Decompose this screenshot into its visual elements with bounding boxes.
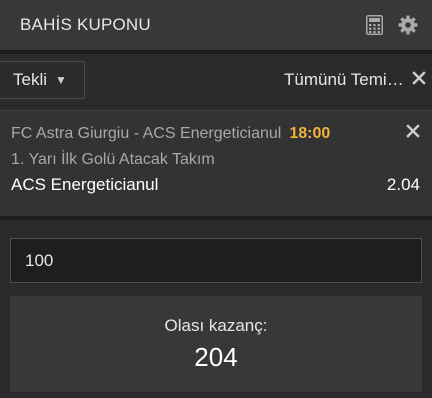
stake-section [0,220,432,283]
clear-all-button[interactable]: Tümünü Temizle [284,70,404,90]
close-icon[interactable] [412,70,426,90]
bet-slip-header: BAHİS KUPONU [0,0,432,54]
clear-all-control: Tümünü Temizle [284,70,426,90]
header-actions [364,14,418,36]
bet-type-dropdown[interactable]: Tekli ▼ [0,60,85,99]
bet-type-label: Tekli [13,69,48,89]
bet-slip-panel: BAHİS KUPONU Tekli ▼ Tümünü Temizle FC A… [0,0,432,398]
bet-slip-title: BAHİS KUPONU [20,15,151,34]
market-name: 1. Yarı İlk Golü Atacak Takım [11,151,215,168]
selection-pick-row: ACS Energeticianul 2.04 [11,175,420,195]
bet-selection: FC Astra Giurgiu - ACS Energeticianul 18:… [0,110,432,220]
remove-selection-icon[interactable] [406,124,420,143]
odds-value: 2.04 [386,175,420,194]
potential-win-box: Olası kazanç: 204 [10,296,422,392]
match-time: 18:00 [289,124,331,142]
calculator-icon[interactable] [364,14,384,36]
bet-slip-toolbar: Tekli ▼ Tümünü Temizle [0,54,432,106]
match-name: FC Astra Giurgiu - ACS Energeticianul [11,124,282,142]
gear-icon[interactable] [398,14,418,36]
selection-header: FC Astra Giurgiu - ACS Energeticianul 18:… [11,124,420,143]
match-info: FC Astra Giurgiu - ACS Energeticianul 18:… [11,125,330,143]
stake-input[interactable] [10,238,422,283]
chevron-down-icon: ▼ [55,72,67,87]
potential-win-label: Olası kazanç: [164,315,268,335]
pick-name: ACS Energeticianul [11,175,159,194]
potential-win-value: 204 [194,341,238,372]
